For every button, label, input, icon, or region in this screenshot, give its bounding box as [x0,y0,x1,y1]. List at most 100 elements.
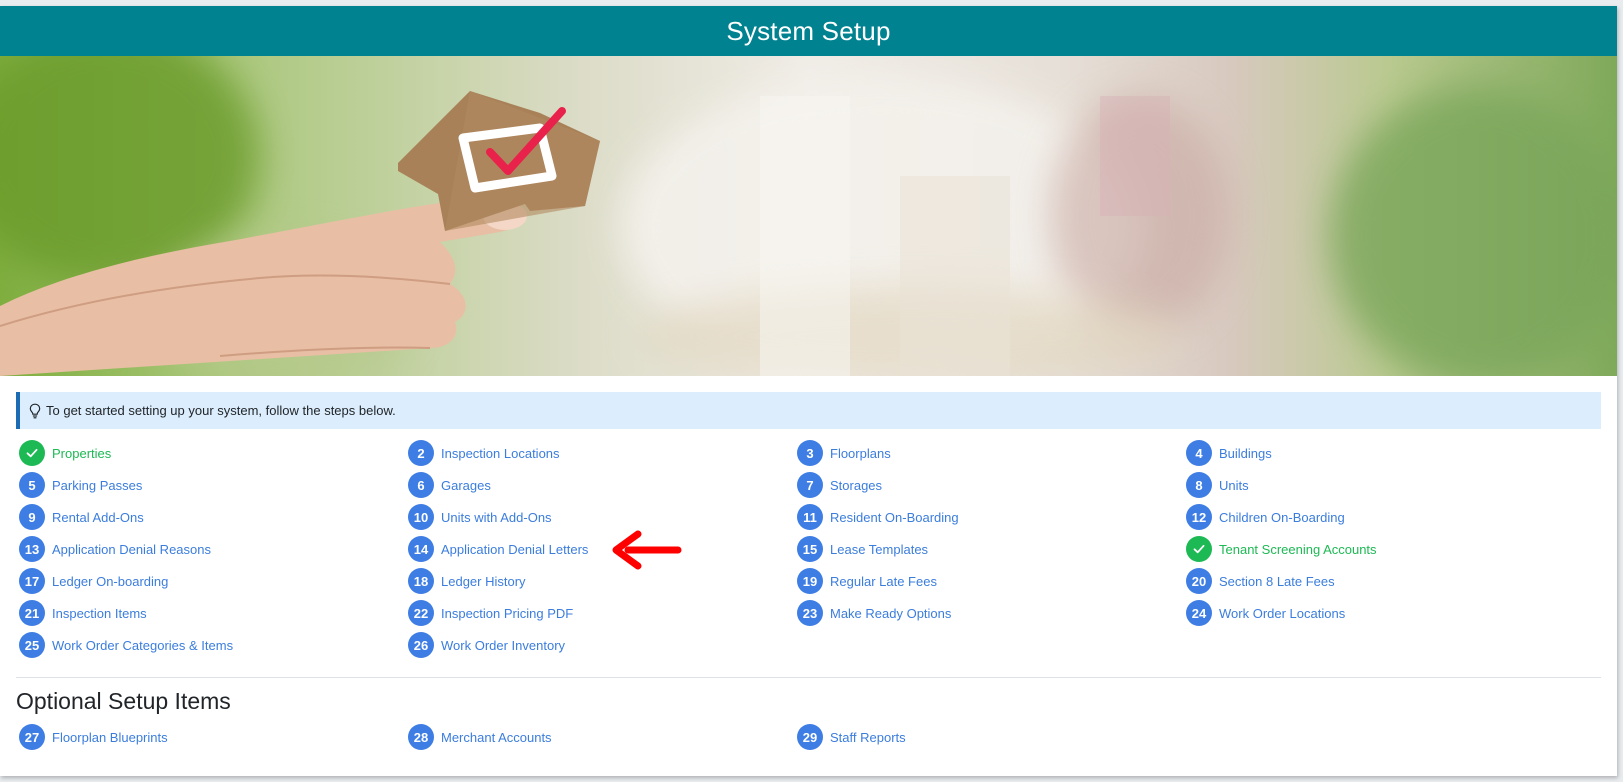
step-label: Storages [830,477,883,493]
setup-step-link[interactable]: Tenant Screening Accounts [1183,533,1377,565]
setup-step-link[interactable]: 18 Ledger History [405,565,526,597]
checkmark-icon [19,440,45,466]
step-label: Parking Passes [52,477,143,493]
steps-row: 21 Inspection Items 22 Inspection Pricing P… [16,597,1601,629]
setup-step-link[interactable]: 25 Work Order Categories & Items [16,629,233,661]
setup-step-link[interactable]: 10 Units with Add-Ons [405,501,552,533]
step-label: Children On-Boarding [1219,509,1345,525]
setup-step-link[interactable]: 2 Inspection Locations [405,437,560,469]
setup-step-link[interactable]: 27 Floorplan Blueprints [16,721,168,753]
step-label: Tenant Screening Accounts [1219,541,1377,557]
step-number-badge: 14 [408,536,434,562]
step-number-badge: 24 [1186,600,1212,626]
alert-text: To get started setting up your system, f… [46,403,396,418]
hero-banner [0,56,1617,376]
setup-step-link[interactable]: Properties [16,437,111,469]
lightbulb-icon [29,403,41,418]
steps-row: 17 Ledger On-boarding 18 Ledger History 19 Re… [16,565,1601,597]
step-number-badge: 21 [19,600,45,626]
step-label: Inspection Pricing PDF [441,605,574,621]
step-label: Floorplans [830,445,891,461]
step-number-badge: 17 [19,568,45,594]
step-number-badge: 13 [19,536,45,562]
step-number-badge: 2 [408,440,434,466]
step-number-badge: 6 [408,472,434,498]
page-title: System Setup [726,15,891,46]
step-number-badge: 15 [797,536,823,562]
step-number-badge: 11 [797,504,823,530]
setup-step-link[interactable]: 29 Staff Reports [794,721,906,753]
step-number-badge: 26 [408,632,434,658]
step-label: Floorplan Blueprints [52,729,168,745]
setup-step-link[interactable]: 8 Units [1183,469,1249,501]
step-label: Rental Add-Ons [52,509,144,525]
step-label: Make Ready Options [830,605,952,621]
step-label: Merchant Accounts [441,729,552,745]
setup-step-link[interactable]: 9 Rental Add-Ons [16,501,144,533]
setup-step-link[interactable]: 6 Garages [405,469,491,501]
step-label: Application Denial Letters [441,541,589,557]
setup-step-link[interactable]: 21 Inspection Items [16,597,147,629]
setup-step-link[interactable]: 17 Ledger On-boarding [16,565,168,597]
step-number-badge: 23 [797,600,823,626]
step-label: Garages [441,477,491,493]
setup-step-link[interactable]: 26 Work Order Inventory [405,629,565,661]
step-number-badge: 12 [1186,504,1212,530]
setup-step-link[interactable]: 5 Parking Passes [16,469,142,501]
step-number-badge: 9 [19,504,45,530]
step-label: Buildings [1219,445,1272,461]
optional-steps: 27 Floorplan Blueprints 28 Merchant Account… [16,721,1601,753]
info-alert: To get started setting up your system, f… [16,392,1601,429]
setup-steps: Properties 2 Inspection Locations 3 Floorpla… [16,437,1601,661]
step-number-badge: 4 [1186,440,1212,466]
optional-section-title: Optional Setup Items [16,688,231,714]
setup-step-link[interactable]: 4 Buildings [1183,437,1272,469]
step-number-badge: 27 [19,724,45,750]
setup-step-link[interactable]: 22 Inspection Pricing PDF [405,597,573,629]
setup-step-link[interactable]: 13 Application Denial Reasons [16,533,211,565]
setup-step-link[interactable]: 3 Floorplans [794,437,891,469]
header-bar: System Setup [0,6,1617,56]
step-number-badge: 20 [1186,568,1212,594]
red-arrow-annotation [612,530,682,570]
step-label: Inspection Locations [441,445,560,461]
step-number-badge: 8 [1186,472,1212,498]
step-label: Regular Late Fees [830,573,937,589]
setup-step-link[interactable]: 14 Application Denial Letters [405,533,588,565]
setup-step-link[interactable]: 11 Resident On-Boarding [794,501,959,533]
setup-step-link[interactable]: 12 Children On-Boarding [1183,501,1345,533]
section-divider [16,677,1601,678]
setup-step-link[interactable]: 20 Section 8 Late Fees [1183,565,1335,597]
setup-step-link[interactable]: 7 Storages [794,469,882,501]
steps-row: 25 Work Order Categories & Items 26 Work Or… [16,629,1601,661]
step-label: Ledger History [441,573,526,589]
step-number-badge: 10 [408,504,434,530]
step-label: Properties [52,445,112,461]
steps-row: 27 Floorplan Blueprints 28 Merchant Account… [16,721,1601,753]
setup-step-link[interactable]: 23 Make Ready Options [794,597,951,629]
step-label: Units with Add-Ons [441,509,552,525]
step-number-badge: 22 [408,600,434,626]
step-label: Work Order Locations [1219,605,1346,621]
step-number-badge: 18 [408,568,434,594]
setup-step-link[interactable]: 15 Lease Templates [794,533,928,565]
setup-card: System Setup To get started setting up y… [0,6,1617,776]
step-label: Application Denial Reasons [52,541,211,557]
step-label: Units [1219,477,1249,493]
step-label: Work Order Categories & Items [52,637,234,653]
steps-row: Properties 2 Inspection Locations 3 Floorpla… [16,437,1601,469]
setup-step-link[interactable]: 28 Merchant Accounts [405,721,552,753]
step-label: Ledger On-boarding [52,573,169,589]
step-number-badge: 5 [19,472,45,498]
setup-step-link[interactable]: 19 Regular Late Fees [794,565,937,597]
step-label: Lease Templates [830,541,929,557]
step-label: Work Order Inventory [441,637,566,653]
step-label: Staff Reports [830,729,906,745]
step-number-badge: 19 [797,568,823,594]
checkmark-icon [1186,536,1212,562]
step-number-badge: 3 [797,440,823,466]
setup-step-link[interactable]: 24 Work Order Locations [1183,597,1345,629]
step-label: Inspection Items [52,605,147,621]
step-label: Section 8 Late Fees [1219,573,1335,589]
step-number-badge: 28 [408,724,434,750]
